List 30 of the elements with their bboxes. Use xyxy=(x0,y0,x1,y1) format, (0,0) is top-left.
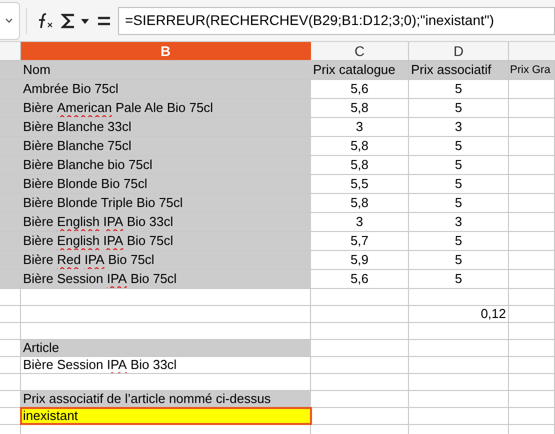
table-cell: Bière English IPA Bio 33cl xyxy=(0,213,311,231)
column-header[interactable] xyxy=(509,42,555,60)
table-cell: Prix associatif de l’article nommé ci-dessus xyxy=(21,391,311,407)
column-header[interactable]: B xyxy=(21,42,311,60)
chevron-icon xyxy=(5,18,13,24)
equals-icon[interactable] xyxy=(97,14,111,26)
table-cell: Prix associatif xyxy=(409,61,509,79)
table-cell: Bière Blanche bio 75cl xyxy=(0,156,311,174)
corner-header[interactable] xyxy=(0,42,21,60)
table-cell: Bière Red IPA Bio 75cl xyxy=(0,251,311,269)
caret-icon[interactable] xyxy=(81,19,89,25)
formula-input[interactable]: =SIERREUR(RECHERCHEV(B29;B1:D12;3;0);"inexistant") xyxy=(118,6,555,34)
sum-icon[interactable] xyxy=(61,12,75,28)
function-wizard-icon[interactable] xyxy=(37,12,55,28)
table-cell: Article xyxy=(21,340,311,356)
table-cell: Ambrée Bio 75cl xyxy=(0,80,311,98)
column-header[interactable]: C xyxy=(311,42,409,60)
table-cell: Prix catalogue xyxy=(311,61,409,79)
table-cell: Bière Blonde Triple Bio 75cl xyxy=(0,194,311,212)
table-cell: inexistant xyxy=(21,408,311,424)
table-cell: Bière Session IPA Bio 75cl xyxy=(0,270,311,288)
column-header[interactable]: D xyxy=(409,42,509,60)
table-cell: Bière American Pale Ale Bio 75cl xyxy=(0,99,311,117)
table-cell: Bière Session IPA Bio 33cl xyxy=(21,357,311,373)
table-cell: Nom xyxy=(0,61,311,79)
table-cell: Bière English IPA Bio 75cl xyxy=(0,232,311,250)
table-cell: Bière Blonde Bio 75cl xyxy=(0,175,311,193)
table-cell: Prix Gra xyxy=(509,61,555,79)
table-cell: Bière Blanche 33cl xyxy=(0,118,311,136)
table-cell: Bière Blanche 75cl xyxy=(0,137,311,155)
